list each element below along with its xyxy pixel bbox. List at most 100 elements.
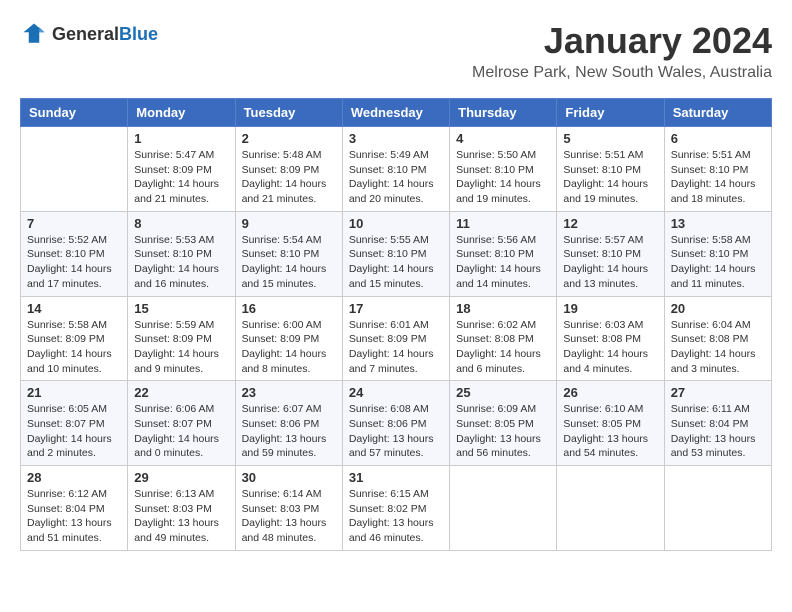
calendar-cell: 22 Sunrise: 6:06 AM Sunset: 8:07 PM Dayli…	[128, 381, 235, 466]
calendar-table: SundayMondayTuesdayWednesdayThursdayFrid…	[20, 98, 772, 551]
header-thursday: Thursday	[450, 99, 557, 127]
calendar-cell: 23 Sunrise: 6:07 AM Sunset: 8:06 PM Dayli…	[235, 381, 342, 466]
calendar-cell: 11 Sunrise: 5:56 AM Sunset: 8:10 PM Dayli…	[450, 211, 557, 296]
day-number: 2	[242, 131, 336, 146]
day-info: Sunrise: 5:53 AM Sunset: 8:10 PM Dayligh…	[134, 233, 228, 292]
week-row-2: 7 Sunrise: 5:52 AM Sunset: 8:10 PM Daylig…	[21, 211, 772, 296]
calendar-cell: 2 Sunrise: 5:48 AM Sunset: 8:09 PM Daylig…	[235, 127, 342, 212]
calendar-cell: 25 Sunrise: 6:09 AM Sunset: 8:05 PM Dayli…	[450, 381, 557, 466]
calendar-cell	[450, 466, 557, 551]
header-wednesday: Wednesday	[342, 99, 449, 127]
day-number: 21	[27, 385, 121, 400]
day-number: 7	[27, 216, 121, 231]
day-info: Sunrise: 5:51 AM Sunset: 8:10 PM Dayligh…	[563, 148, 657, 207]
day-info: Sunrise: 6:10 AM Sunset: 8:05 PM Dayligh…	[563, 402, 657, 461]
calendar-cell: 20Sunrise: 6:04 AM Sunset: 8:08 PM Dayli…	[664, 296, 771, 381]
calendar-cell: 13Sunrise: 5:58 AM Sunset: 8:10 PM Dayli…	[664, 211, 771, 296]
day-number: 15	[134, 301, 228, 316]
day-number: 19	[563, 301, 657, 316]
title-block: January 2024 Melrose Park, New South Wal…	[472, 20, 772, 82]
week-row-3: 14 Sunrise: 5:58 AM Sunset: 8:09 PM Dayli…	[21, 296, 772, 381]
calendar-cell: 16 Sunrise: 6:00 AM Sunset: 8:09 PM Dayli…	[235, 296, 342, 381]
calendar-cell: 19 Sunrise: 6:03 AM Sunset: 8:08 PM Dayli…	[557, 296, 664, 381]
calendar-cell: 28Sunrise: 6:12 AM Sunset: 8:04 PM Dayli…	[21, 466, 128, 551]
day-info: Sunrise: 6:08 AM Sunset: 8:06 PM Dayligh…	[349, 402, 443, 461]
calendar-cell: 31Sunrise: 6:15 AM Sunset: 8:02 PM Dayli…	[342, 466, 449, 551]
day-info: Sunrise: 6:13 AM Sunset: 8:03 PM Dayligh…	[134, 487, 228, 546]
day-info: Sunrise: 5:51 AM Sunset: 8:10 PM Dayligh…	[671, 148, 765, 207]
day-info: Sunrise: 6:09 AM Sunset: 8:05 PM Dayligh…	[456, 402, 550, 461]
day-info: Sunrise: 5:47 AM Sunset: 8:09 PM Dayligh…	[134, 148, 228, 207]
calendar-cell: 27Sunrise: 6:11 AM Sunset: 8:04 PM Dayli…	[664, 381, 771, 466]
logo-icon	[20, 20, 48, 48]
day-info: Sunrise: 6:14 AM Sunset: 8:03 PM Dayligh…	[242, 487, 336, 546]
day-number: 17	[349, 301, 443, 316]
calendar-cell: 5 Sunrise: 5:51 AM Sunset: 8:10 PM Daylig…	[557, 127, 664, 212]
calendar-cell: 17 Sunrise: 6:01 AM Sunset: 8:09 PM Dayli…	[342, 296, 449, 381]
day-info: Sunrise: 6:03 AM Sunset: 8:08 PM Dayligh…	[563, 318, 657, 377]
day-info: Sunrise: 6:00 AM Sunset: 8:09 PM Dayligh…	[242, 318, 336, 377]
calendar-cell: 1 Sunrise: 5:47 AM Sunset: 8:09 PM Daylig…	[128, 127, 235, 212]
calendar-cell	[557, 466, 664, 551]
header-sunday: Sunday	[21, 99, 128, 127]
header-monday: Monday	[128, 99, 235, 127]
day-number: 3	[349, 131, 443, 146]
calendar-cell: 3 Sunrise: 5:49 AM Sunset: 8:10 PM Daylig…	[342, 127, 449, 212]
calendar-cell	[664, 466, 771, 551]
day-number: 30	[242, 470, 336, 485]
logo-blue: Blue	[119, 24, 158, 44]
day-number: 10	[349, 216, 443, 231]
day-number: 11	[456, 216, 550, 231]
day-number: 14	[27, 301, 121, 316]
calendar-cell: 12Sunrise: 5:57 AM Sunset: 8:10 PM Dayli…	[557, 211, 664, 296]
calendar-location: Melrose Park, New South Wales, Australia	[472, 64, 772, 82]
calendar-cell: 9 Sunrise: 5:54 AM Sunset: 8:10 PM Daylig…	[235, 211, 342, 296]
day-info: Sunrise: 5:56 AM Sunset: 8:10 PM Dayligh…	[456, 233, 550, 292]
day-number: 23	[242, 385, 336, 400]
calendar-title: January 2024	[472, 20, 772, 62]
calendar-cell: 14 Sunrise: 5:58 AM Sunset: 8:09 PM Dayli…	[21, 296, 128, 381]
calendar-cell: 24 Sunrise: 6:08 AM Sunset: 8:06 PM Dayli…	[342, 381, 449, 466]
day-info: Sunrise: 6:11 AM Sunset: 8:04 PM Dayligh…	[671, 402, 765, 461]
calendar-header-row: SundayMondayTuesdayWednesdayThursdayFrid…	[21, 99, 772, 127]
day-number: 12	[563, 216, 657, 231]
day-info: Sunrise: 5:58 AM Sunset: 8:10 PM Dayligh…	[671, 233, 765, 292]
day-info: Sunrise: 5:52 AM Sunset: 8:10 PM Dayligh…	[27, 233, 121, 292]
logo-general: General	[52, 24, 119, 44]
header-saturday: Saturday	[664, 99, 771, 127]
day-number: 16	[242, 301, 336, 316]
day-info: Sunrise: 6:06 AM Sunset: 8:07 PM Dayligh…	[134, 402, 228, 461]
day-number: 1	[134, 131, 228, 146]
day-info: Sunrise: 5:58 AM Sunset: 8:09 PM Dayligh…	[27, 318, 121, 377]
day-number: 8	[134, 216, 228, 231]
day-info: Sunrise: 6:01 AM Sunset: 8:09 PM Dayligh…	[349, 318, 443, 377]
calendar-cell: 30 Sunrise: 6:14 AM Sunset: 8:03 PM Dayli…	[235, 466, 342, 551]
calendar-cell: 8 Sunrise: 5:53 AM Sunset: 8:10 PM Daylig…	[128, 211, 235, 296]
day-info: Sunrise: 5:54 AM Sunset: 8:10 PM Dayligh…	[242, 233, 336, 292]
header-tuesday: Tuesday	[235, 99, 342, 127]
day-number: 9	[242, 216, 336, 231]
calendar-cell: 6Sunrise: 5:51 AM Sunset: 8:10 PM Daylig…	[664, 127, 771, 212]
week-row-4: 21Sunrise: 6:05 AM Sunset: 8:07 PM Dayli…	[21, 381, 772, 466]
calendar-cell	[21, 127, 128, 212]
day-number: 4	[456, 131, 550, 146]
day-number: 31	[349, 470, 443, 485]
day-number: 24	[349, 385, 443, 400]
day-number: 26	[563, 385, 657, 400]
calendar-cell: 26 Sunrise: 6:10 AM Sunset: 8:05 PM Dayli…	[557, 381, 664, 466]
calendar-cell: 4Sunrise: 5:50 AM Sunset: 8:10 PM Daylig…	[450, 127, 557, 212]
day-number: 22	[134, 385, 228, 400]
day-info: Sunrise: 5:48 AM Sunset: 8:09 PM Dayligh…	[242, 148, 336, 207]
page-header: GeneralBlue January 2024 Melrose Park, N…	[20, 20, 772, 82]
calendar-cell: 29Sunrise: 6:13 AM Sunset: 8:03 PM Dayli…	[128, 466, 235, 551]
calendar-cell: 18Sunrise: 6:02 AM Sunset: 8:08 PM Dayli…	[450, 296, 557, 381]
header-friday: Friday	[557, 99, 664, 127]
day-info: Sunrise: 6:07 AM Sunset: 8:06 PM Dayligh…	[242, 402, 336, 461]
day-info: Sunrise: 6:04 AM Sunset: 8:08 PM Dayligh…	[671, 318, 765, 377]
day-number: 5	[563, 131, 657, 146]
day-info: Sunrise: 5:49 AM Sunset: 8:10 PM Dayligh…	[349, 148, 443, 207]
calendar-cell: 21Sunrise: 6:05 AM Sunset: 8:07 PM Dayli…	[21, 381, 128, 466]
logo: GeneralBlue	[20, 20, 158, 48]
day-number: 25	[456, 385, 550, 400]
day-info: Sunrise: 5:55 AM Sunset: 8:10 PM Dayligh…	[349, 233, 443, 292]
